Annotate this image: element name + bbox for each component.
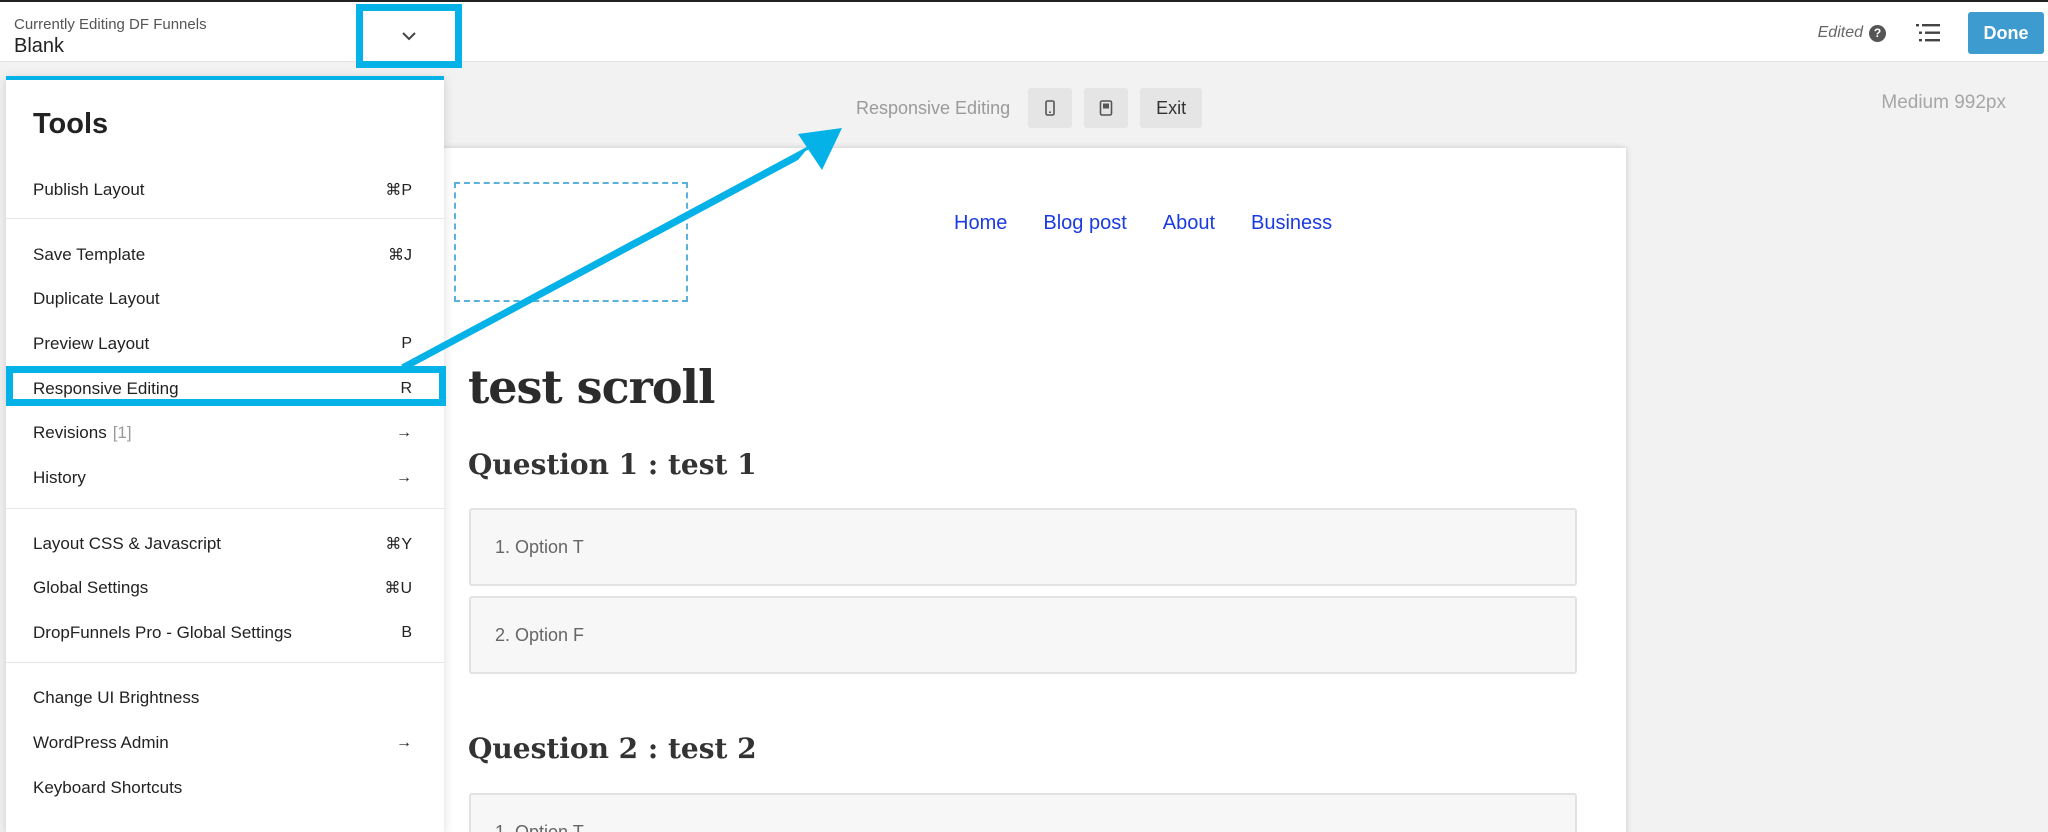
page-title: test scroll	[468, 360, 715, 414]
question-1-option-2[interactable]: 2. Option F	[469, 596, 1577, 674]
nav-link-business[interactable]: Business	[1251, 212, 1332, 235]
menu-item-global-settings[interactable]: Global Settings ⌘U	[6, 566, 444, 610]
tablet-view-button[interactable]	[1084, 88, 1129, 128]
menu-divider	[6, 508, 444, 509]
done-button[interactable]: Done	[1968, 12, 2044, 54]
tools-menu: Tools Publish Layout ⌘P Save Template ⌘J…	[6, 76, 444, 832]
tools-menu-title: Tools	[33, 108, 109, 140]
menu-item-keyboard-shortcuts[interactable]: Keyboard Shortcuts	[6, 766, 444, 810]
editing-label: Currently Editing DF Funnels	[14, 16, 207, 33]
tablet-icon	[1099, 100, 1113, 116]
question-2-heading: Question 2 : test 2	[468, 732, 757, 765]
top-toolbar: Currently Editing DF Funnels Blank Edite…	[0, 0, 2048, 62]
nav-link-blog-post[interactable]: Blog post	[1043, 212, 1126, 235]
site-nav: Home Blog post About Business	[954, 212, 1332, 235]
responsive-editing-label: Responsive Editing	[856, 97, 1011, 118]
question-2-option-1[interactable]: 1. Option T	[469, 793, 1577, 832]
arrow-right-icon: →	[396, 424, 412, 441]
question-1-heading: Question 1 : test 1	[468, 448, 757, 481]
exit-button[interactable]: Exit	[1140, 88, 1203, 128]
nav-link-about[interactable]: About	[1163, 212, 1215, 235]
chevron-down-icon	[402, 32, 416, 41]
edited-status-label: Edited	[1817, 24, 1863, 41]
revision-count-badge: [1]	[112, 423, 132, 442]
arrow-right-icon: →	[396, 469, 412, 486]
menu-divider	[6, 662, 444, 663]
tools-dropdown-toggle[interactable]	[356, 4, 462, 68]
menu-item-revisions[interactable]: Revisions [1] →	[6, 411, 444, 455]
toolbar-right: Edited ? Done	[1818, 2, 2048, 64]
menu-item-preview-layout[interactable]: Preview Layout P	[6, 322, 444, 366]
help-icon[interactable]: ?	[1869, 24, 1886, 42]
menu-item-duplicate-layout[interactable]: Duplicate Layout	[6, 277, 444, 321]
nav-link-home[interactable]: Home	[954, 212, 1007, 235]
menu-divider	[6, 218, 444, 219]
logo-placeholder[interactable]	[454, 182, 688, 302]
menu-item-dropfunnels-global-settings[interactable]: DropFunnels Pro - Global Settings B	[6, 611, 444, 655]
menu-item-publish-layout[interactable]: Publish Layout ⌘P	[6, 168, 444, 212]
edited-status[interactable]: Edited ?	[1818, 24, 1886, 42]
menu-item-wordpress-admin[interactable]: WordPress Admin →	[6, 721, 444, 765]
page-canvas: Home Blog post About Business test scrol…	[338, 148, 1626, 832]
menu-item-history[interactable]: History →	[6, 456, 444, 500]
menu-item-save-template[interactable]: Save Template ⌘J	[6, 233, 444, 277]
phone-view-button[interactable]	[1028, 88, 1073, 128]
breakpoint-label: Medium 992px	[1881, 92, 2006, 113]
editing-title[interactable]: Blank	[14, 35, 64, 58]
arrow-right-icon: →	[396, 734, 412, 751]
phone-icon	[1045, 100, 1055, 116]
menu-item-change-ui-brightness[interactable]: Change UI Brightness	[6, 676, 444, 720]
responsive-bar: Responsive Editing Exit	[856, 88, 1203, 128]
menu-item-responsive-editing[interactable]: Responsive Editing R	[6, 367, 444, 411]
question-1-option-1[interactable]: 1. Option T	[469, 508, 1577, 586]
outline-icon[interactable]	[1916, 23, 1940, 43]
menu-item-layout-css-javascript[interactable]: Layout CSS & Javascript ⌘Y	[6, 522, 444, 566]
